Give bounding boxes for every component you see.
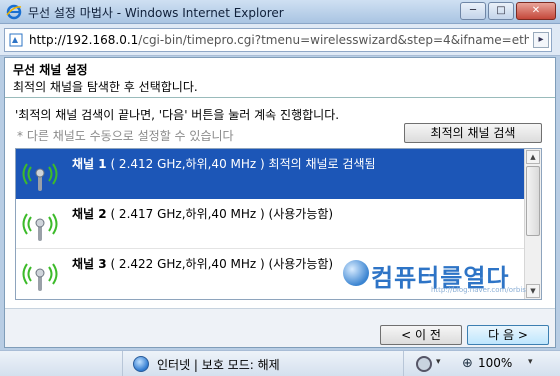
channel-name: 채널 3 — [72, 257, 107, 271]
prev-button[interactable]: < 이 전 — [380, 325, 462, 345]
scrollbar-thumb[interactable] — [526, 166, 540, 236]
channel-label: 채널 3 ( 2.422 GHz,하위,40 MHz ) (사용가능함) — [72, 255, 333, 272]
settings-icon[interactable] — [416, 356, 432, 372]
url-text[interactable]: http://192.168.0.1/cgi-bin/timepro.cgi?t… — [29, 33, 529, 47]
watermark-url: http://blog.naver.com/orbis — [431, 286, 526, 294]
channel-label: 채널 1 ( 2.412 GHz,하위,40 MHz ) 최적의 채널로 검색됨 — [72, 155, 376, 172]
watermark-globe-icon — [343, 260, 369, 286]
page-title: 무선 채널 설정 — [13, 63, 88, 77]
channel-detail: ( 2.422 GHz,하위,40 MHz ) — [110, 257, 265, 271]
page-icon — [9, 33, 23, 47]
wifi-antenna-icon — [22, 213, 58, 241]
instruction-text: '최적의 채널 검색이 끝나면, '다음' 버튼을 눌러 계속 진행합니다. — [15, 108, 340, 122]
channel-detail: ( 2.417 GHz,하위,40 MHz ) — [110, 207, 265, 221]
channel-label: 채널 2 ( 2.417 GHz,하위,40 MHz ) (사용가능함) — [72, 205, 333, 222]
url-host: http://192.168.0.1 — [29, 33, 139, 47]
ie-icon — [6, 4, 22, 20]
zoom-dropdown-icon[interactable]: ▾ — [528, 357, 533, 367]
chevron-down-icon[interactable]: ▾ — [436, 357, 441, 367]
zoom-icon[interactable]: ⊕ — [462, 356, 473, 371]
wifi-antenna-icon — [22, 163, 58, 191]
wifi-antenna-icon — [22, 263, 58, 291]
channel-status: (사용가능함) — [268, 207, 334, 221]
zone-text: 인터넷 | 보호 모드: 해제 — [157, 358, 280, 372]
url-path: /cgi-bin/timepro.cgi?tmenu=wirelesswizar… — [138, 33, 529, 47]
channel-status: 최적의 채널로 검색됨 — [268, 157, 376, 171]
channel-name: 채널 2 — [72, 207, 107, 221]
security-zone[interactable]: 인터넷 | 보호 모드: 해제 — [122, 351, 404, 376]
wizard-content: 무선 채널 설정 최적의 채널을 탐색한 후 선택합니다. '최적의 채널 검색… — [4, 57, 556, 348]
channel-name: 채널 1 — [72, 157, 107, 171]
channel-detail: ( 2.412 GHz,하위,40 MHz ) — [110, 157, 265, 171]
channel-row-2[interactable]: 채널 2 ( 2.417 GHz,하위,40 MHz ) (사용가능함) — [16, 199, 524, 249]
channel-row-1[interactable]: 채널 1 ( 2.412 GHz,하위,40 MHz ) 최적의 채널로 검색됨 — [16, 149, 524, 199]
wizard-header: 무선 채널 설정 최적의 채널을 탐색한 후 선택합니다. — [5, 58, 555, 98]
close-button[interactable]: ✕ — [516, 2, 556, 20]
wizard-footer: < 이 전 다 음 > — [5, 308, 555, 347]
scan-channel-button[interactable]: 최적의 채널 검색 — [404, 123, 542, 143]
next-button[interactable]: 다 음 > — [467, 325, 549, 345]
window-title: 무선 설정 마법사 - Windows Internet Explorer — [28, 6, 284, 20]
address-field[interactable]: http://192.168.0.1/cgi-bin/timepro.cgi?t… — [4, 28, 552, 52]
channel-status: (사용가능함) — [268, 257, 334, 271]
minimize-button[interactable]: ─ — [460, 2, 486, 20]
note-text: * 다른 채널도 수동으로 설정할 수 있습니다 — [17, 129, 234, 143]
maximize-button[interactable]: □ — [488, 2, 514, 20]
status-bar: 인터넷 | 보호 모드: 해제 ▾ ⊕ 100% ▾ — [0, 350, 560, 376]
globe-icon — [133, 356, 149, 372]
page-subtitle: 최적의 채널을 탐색한 후 선택합니다. — [13, 80, 198, 94]
watermark-logo: 컴퓨터를열다 http://blog.naver.com/orbis — [337, 256, 537, 296]
address-bar: http://192.168.0.1/cgi-bin/timepro.cgi?t… — [0, 24, 560, 56]
window-titlebar: 무선 설정 마법사 - Windows Internet Explorer ─ … — [0, 0, 560, 24]
address-go-icon[interactable]: ▸ — [533, 32, 549, 48]
zoom-level[interactable]: 100% — [478, 356, 512, 370]
scroll-up-arrow-icon[interactable]: ▲ — [526, 150, 540, 164]
